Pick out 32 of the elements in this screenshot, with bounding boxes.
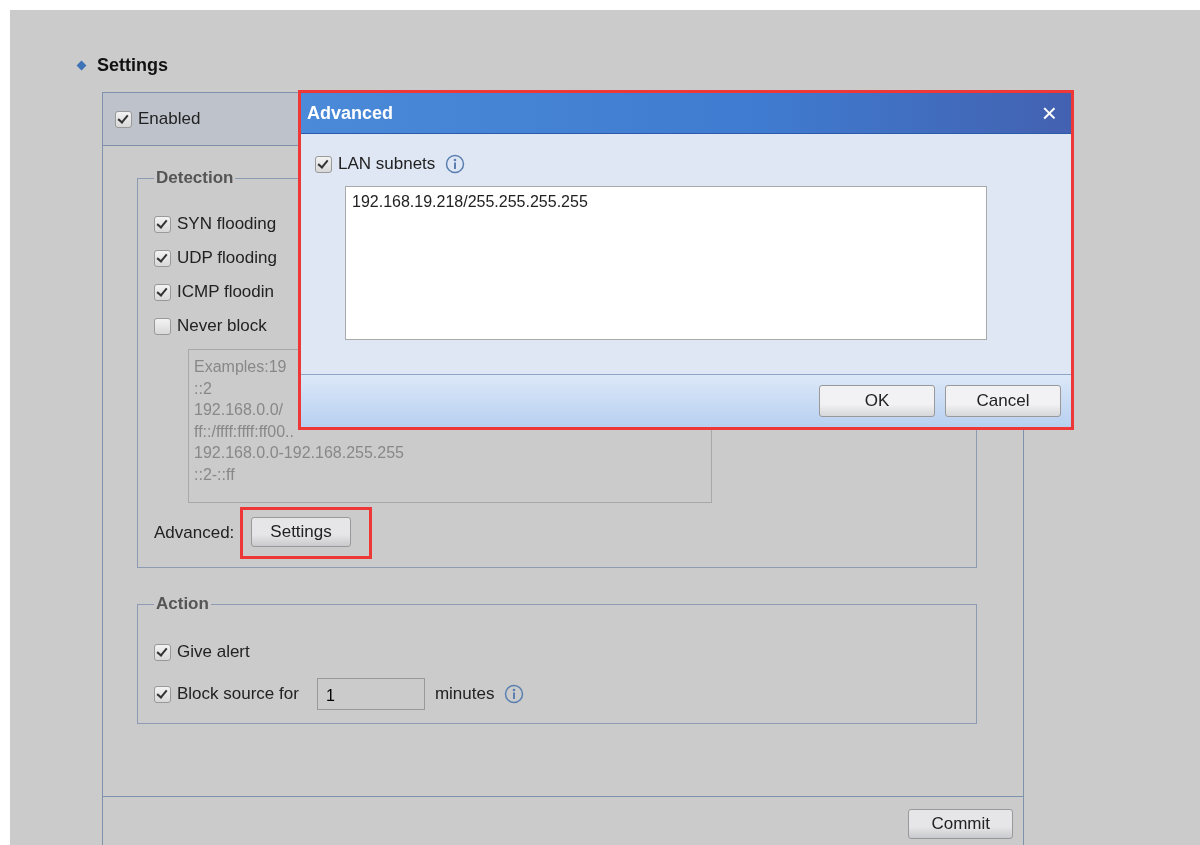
bullet-icon <box>76 60 87 71</box>
checkbox-label: ICMP floodin <box>177 282 274 302</box>
cancel-button[interactable]: Cancel <box>945 385 1061 417</box>
close-button[interactable]: × <box>1041 100 1057 126</box>
checkbox[interactable] <box>154 215 171 233</box>
checkbox[interactable] <box>154 643 171 661</box>
checkbox-label: UDP flooding <box>177 248 277 268</box>
settings-button[interactable]: Settings <box>251 517 351 547</box>
checkbox-label: Give alert <box>177 642 250 662</box>
commit-button[interactable]: Commit <box>908 809 1013 839</box>
checkbox[interactable] <box>115 110 132 128</box>
checkbox[interactable] <box>154 249 171 267</box>
ok-button[interactable]: OK <box>819 385 935 417</box>
checkbox[interactable] <box>154 685 171 703</box>
info-icon[interactable] <box>504 684 525 704</box>
group-title: Action <box>155 594 210 614</box>
section-heading: Settings <box>97 55 168 76</box>
info-icon[interactable] <box>445 154 466 174</box>
checkbox[interactable] <box>154 283 171 301</box>
checkbox-label: Block source for <box>177 684 299 704</box>
checkbox[interactable] <box>154 317 171 335</box>
checkbox-label: Enabled <box>138 109 201 129</box>
checkbox[interactable] <box>315 155 332 173</box>
field-label: Advanced: <box>154 523 235 543</box>
group-title: Detection <box>155 168 235 188</box>
unit-label: minutes <box>434 684 495 704</box>
minutes-field[interactable]: 1 <box>316 678 425 710</box>
checkbox-label: SYN flooding <box>177 214 277 234</box>
checkbox-label: Never block <box>177 316 267 336</box>
checkbox-label: LAN subnets <box>338 154 436 174</box>
dialog-title: Advanced <box>307 102 394 124</box>
subnets-field[interactable]: 192.168.19.218/255.255.255.255 <box>345 186 987 340</box>
